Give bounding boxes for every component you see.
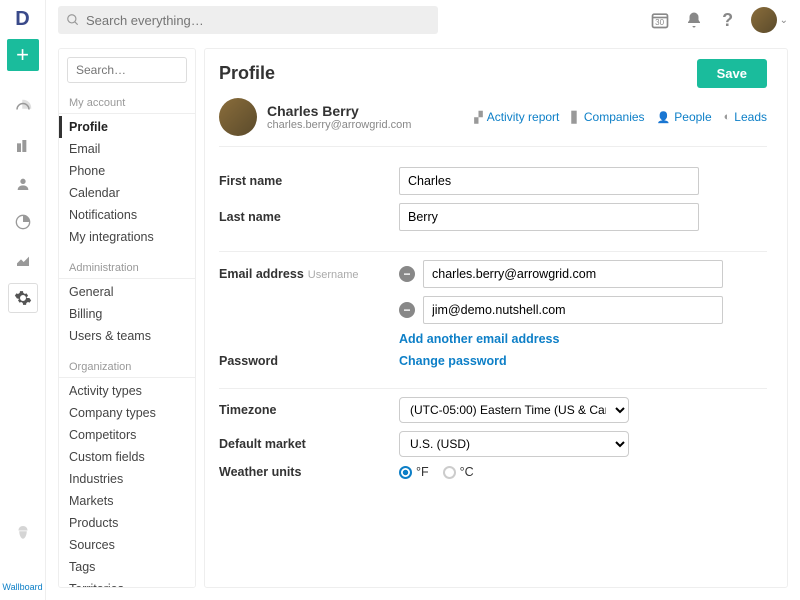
link-companies[interactable]: ▋Companies (571, 110, 644, 124)
weather-c-option[interactable]: °C (443, 465, 474, 479)
label-first-name: First name (219, 174, 399, 188)
search-input[interactable] (86, 13, 430, 28)
nav-products[interactable]: Products (59, 512, 195, 534)
save-button[interactable]: Save (697, 59, 767, 88)
nav-phone[interactable]: Phone (59, 160, 195, 182)
add-button[interactable]: + (7, 39, 39, 71)
nav-profile[interactable]: Profile (59, 116, 195, 138)
label-email: Email addressUsername (219, 267, 399, 281)
add-email-link[interactable]: Add another email address (399, 332, 559, 346)
email-input-1[interactable] (423, 260, 723, 288)
label-weather: Weather units (219, 465, 399, 479)
label-market: Default market (219, 437, 399, 451)
user-menu[interactable]: ⌄ (751, 7, 788, 33)
pie-icon: ◐ (724, 111, 731, 123)
market-select[interactable]: U.S. (USD) (399, 431, 629, 457)
companies-icon[interactable] (8, 131, 38, 161)
radio-icon (399, 466, 412, 479)
weather-f-option[interactable]: °F (399, 465, 429, 479)
nav-notifications[interactable]: Notifications (59, 204, 195, 226)
nav-billing[interactable]: Billing (59, 303, 195, 325)
section-admin: Administration (59, 256, 195, 279)
app-logo: D (15, 8, 29, 31)
calendar-icon[interactable]: 30 (649, 9, 671, 31)
profile-email: charles.berry@arrowgrid.com (267, 119, 411, 131)
sidebar-search-input[interactable] (67, 57, 187, 83)
chart-icon: ▞ (474, 111, 482, 124)
people-icon[interactable] (8, 169, 38, 199)
notifications-icon[interactable] (683, 9, 705, 31)
label-password: Password (219, 354, 399, 368)
link-activity-report[interactable]: ▞Activity report (474, 110, 559, 124)
profile-name: Charles Berry (267, 103, 411, 119)
acorn-icon[interactable] (8, 517, 38, 547)
nav-competitors[interactable]: Competitors (59, 424, 195, 446)
icon-rail: D + Wallboard (0, 0, 46, 600)
profile-panel: Profile Save Charles Berry charles.berry… (204, 48, 788, 588)
nav-markets[interactable]: Markets (59, 490, 195, 512)
nav-calendar[interactable]: Calendar (59, 182, 195, 204)
nav-custom-fields[interactable]: Custom fields (59, 446, 195, 468)
chevron-down-icon: ⌄ (780, 15, 788, 26)
building-icon: ▋ (571, 111, 579, 124)
change-password-link[interactable]: Change password (399, 354, 507, 368)
link-leads[interactable]: ◐Leads (724, 110, 767, 124)
profile-avatar[interactable] (219, 98, 257, 136)
label-timezone: Timezone (219, 403, 399, 417)
nav-users[interactable]: Users & teams (59, 325, 195, 347)
nav-email[interactable]: Email (59, 138, 195, 160)
settings-icon[interactable] (8, 283, 38, 313)
section-org: Organization (59, 355, 195, 378)
wallboard-link[interactable]: Wallboard (2, 582, 42, 592)
link-people[interactable]: 👤People (657, 110, 712, 124)
avatar (751, 7, 777, 33)
page-title: Profile (219, 63, 275, 84)
timezone-select[interactable]: (UTC-05:00) Eastern Time (US & Canada) (399, 397, 629, 423)
nav-tags[interactable]: Tags (59, 556, 195, 578)
last-name-input[interactable] (399, 203, 699, 231)
dashboard-icon[interactable] (8, 93, 38, 123)
nav-industries[interactable]: Industries (59, 468, 195, 490)
radio-icon (443, 466, 456, 479)
nav-general[interactable]: General (59, 281, 195, 303)
reports-icon[interactable] (8, 245, 38, 275)
nav-activity-types[interactable]: Activity types (59, 380, 195, 402)
nav-company-types[interactable]: Company types (59, 402, 195, 424)
nav-sources[interactable]: Sources (59, 534, 195, 556)
email-input-2[interactable] (423, 296, 723, 324)
nav-integrations[interactable]: My integrations (59, 226, 195, 248)
search-icon (66, 13, 80, 27)
remove-email-2[interactable]: − (399, 302, 415, 318)
help-icon[interactable]: ? (717, 9, 739, 31)
nav-territories[interactable]: Territories (59, 578, 195, 588)
leads-icon[interactable] (8, 207, 38, 237)
label-last-name: Last name (219, 210, 399, 224)
section-my-account: My account (59, 91, 195, 114)
topbar: 30 ? ⌄ (46, 0, 800, 40)
search-global[interactable] (58, 6, 438, 34)
person-icon: 👤 (657, 111, 671, 124)
calendar-day: 30 (655, 18, 664, 27)
first-name-input[interactable] (399, 167, 699, 195)
settings-sidebar: My account Profile Email Phone Calendar … (58, 48, 196, 588)
remove-email-1[interactable]: − (399, 266, 415, 282)
